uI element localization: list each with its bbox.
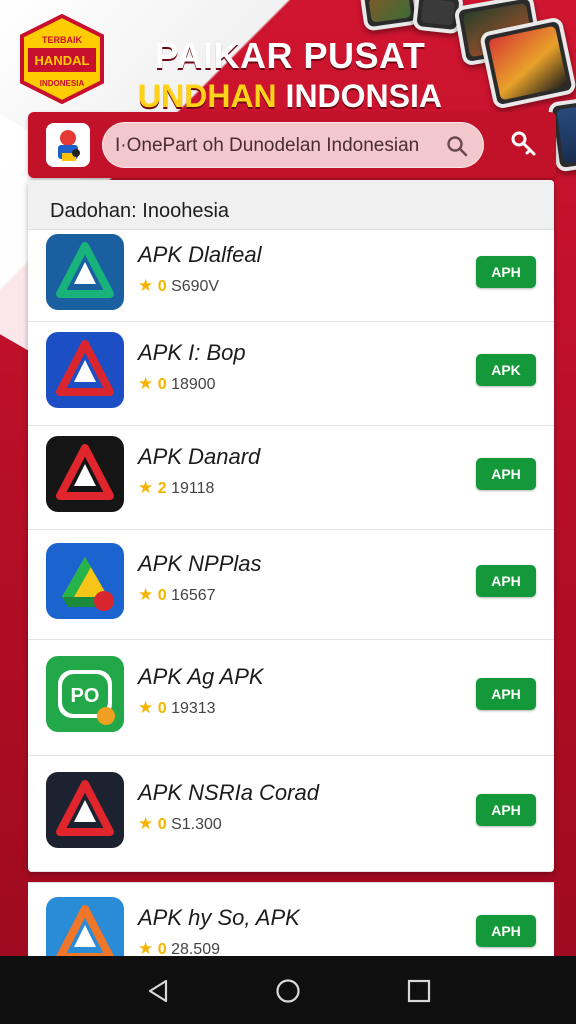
app-rating: 2: [157, 480, 167, 497]
app-meta: ★ 0 18900: [138, 374, 216, 394]
device-phone-large: [478, 16, 576, 110]
app-icon[interactable]: [46, 543, 124, 619]
app-icon[interactable]: [46, 772, 124, 848]
download-button[interactable]: APH: [476, 256, 536, 288]
download-button[interactable]: APH: [476, 794, 536, 826]
list-item[interactable]: APK I: Bop ★ 0 18900 APK: [28, 322, 554, 426]
app-downloads: 18900: [171, 376, 216, 393]
app-name[interactable]: APK Ag APK: [138, 664, 264, 690]
brand-badge-logo: TERBAIK HANDAL INDONESIA: [20, 14, 104, 104]
app-icon[interactable]: [46, 332, 124, 408]
app-name[interactable]: APK NSRIa Corad: [138, 780, 319, 806]
app-name[interactable]: APK Dlalfeal: [138, 242, 262, 268]
app-logo-icon[interactable]: [46, 123, 90, 167]
list-item[interactable]: APK Danard ★ 2 19118 APH: [28, 426, 554, 530]
download-button[interactable]: APK: [476, 354, 536, 386]
app-rating: 0: [157, 700, 167, 717]
app-name[interactable]: APK NPPlas: [138, 551, 262, 577]
search-input[interactable]: I·OnePart oh Dunodelan Indonesian: [102, 122, 484, 168]
app-name[interactable]: APK Danard: [138, 444, 260, 470]
device-tablet-small: [359, 0, 421, 32]
key-icon[interactable]: [510, 130, 538, 158]
app-meta: ★ 0 16567: [138, 585, 216, 605]
app-meta: ★ 0 S690V: [138, 276, 219, 296]
star-icon: ★: [138, 276, 154, 295]
app-name[interactable]: APK I: Bop: [138, 340, 246, 366]
app-icon[interactable]: [46, 897, 124, 962]
app-list: APK Dlalfeal ★ 0 S690V APH APK I: Bop ★ …: [28, 230, 554, 872]
back-icon[interactable]: [146, 978, 172, 1004]
download-button[interactable]: APH: [476, 458, 536, 490]
app-list-panel-continued: APK hy So, APK ★ 0 28.509 APH: [28, 882, 554, 962]
star-icon: ★: [138, 585, 154, 604]
star-icon: ★: [138, 814, 154, 833]
search-placeholder: I·OnePart oh Dunodelan Indonesian: [115, 135, 420, 156]
star-icon: ★: [138, 478, 154, 497]
app-rating: 0: [157, 278, 167, 295]
list-item[interactable]: APK Dlalfeal ★ 0 S690V APH: [28, 230, 554, 322]
app-downloads: S1.300: [171, 816, 222, 833]
home-icon[interactable]: [275, 978, 301, 1004]
download-button[interactable]: APH: [476, 915, 536, 947]
app-icon[interactable]: PO: [46, 656, 124, 732]
app-meta: ★ 0 19313: [138, 698, 216, 718]
app-icon[interactable]: [46, 234, 124, 310]
title-line2-yellow: UNDHAN: [138, 78, 277, 114]
list-item[interactable]: PO APK Ag APK ★ 0 19313 APH: [28, 640, 554, 756]
svg-text:PO: PO: [71, 685, 100, 707]
badge-text-top: TERBAIK: [42, 35, 82, 45]
app-rating: 0: [157, 816, 167, 833]
star-icon: ★: [138, 374, 154, 393]
app-list-panel: Dadohan: Inoohesia APK Dlalfeal ★ 0 S690…: [28, 180, 554, 872]
app-meta: ★ 2 19118: [138, 478, 214, 498]
star-icon: ★: [138, 698, 154, 717]
app-downloads: 19313: [171, 700, 216, 717]
download-button[interactable]: APH: [476, 678, 536, 710]
app-downloads: 16567: [171, 587, 216, 604]
search-icon[interactable]: [445, 134, 469, 158]
app-rating: 0: [157, 587, 167, 604]
section-title: Dadohan: Inoohesia: [28, 180, 554, 230]
app-name[interactable]: APK hy So, APK: [138, 905, 300, 931]
app-rating: 0: [157, 376, 167, 393]
app-downloads: 19118: [171, 480, 215, 497]
recents-icon[interactable]: [406, 978, 432, 1004]
app-downloads: S690V: [171, 278, 220, 295]
list-item[interactable]: APK NSRIa Corad ★ 0 S1.300 APH: [28, 756, 554, 872]
badge-text-mid: HANDAL: [35, 53, 90, 68]
system-nav-bar: [0, 956, 576, 1024]
search-bar: I·OnePart oh Dunodelan Indonesian: [28, 112, 556, 178]
list-item[interactable]: APK NPPlas ★ 0 16567 APH: [28, 530, 554, 640]
download-button[interactable]: APH: [476, 565, 536, 597]
app-icon[interactable]: [46, 436, 124, 512]
app-list-continued: APK hy So, APK ★ 0 28.509 APH: [28, 883, 554, 962]
badge-text-bot: INDONESIA: [40, 79, 85, 88]
list-item[interactable]: APK hy So, APK ★ 0 28.509 APH: [28, 883, 554, 962]
app-meta: ★ 0 S1.300: [138, 814, 222, 834]
